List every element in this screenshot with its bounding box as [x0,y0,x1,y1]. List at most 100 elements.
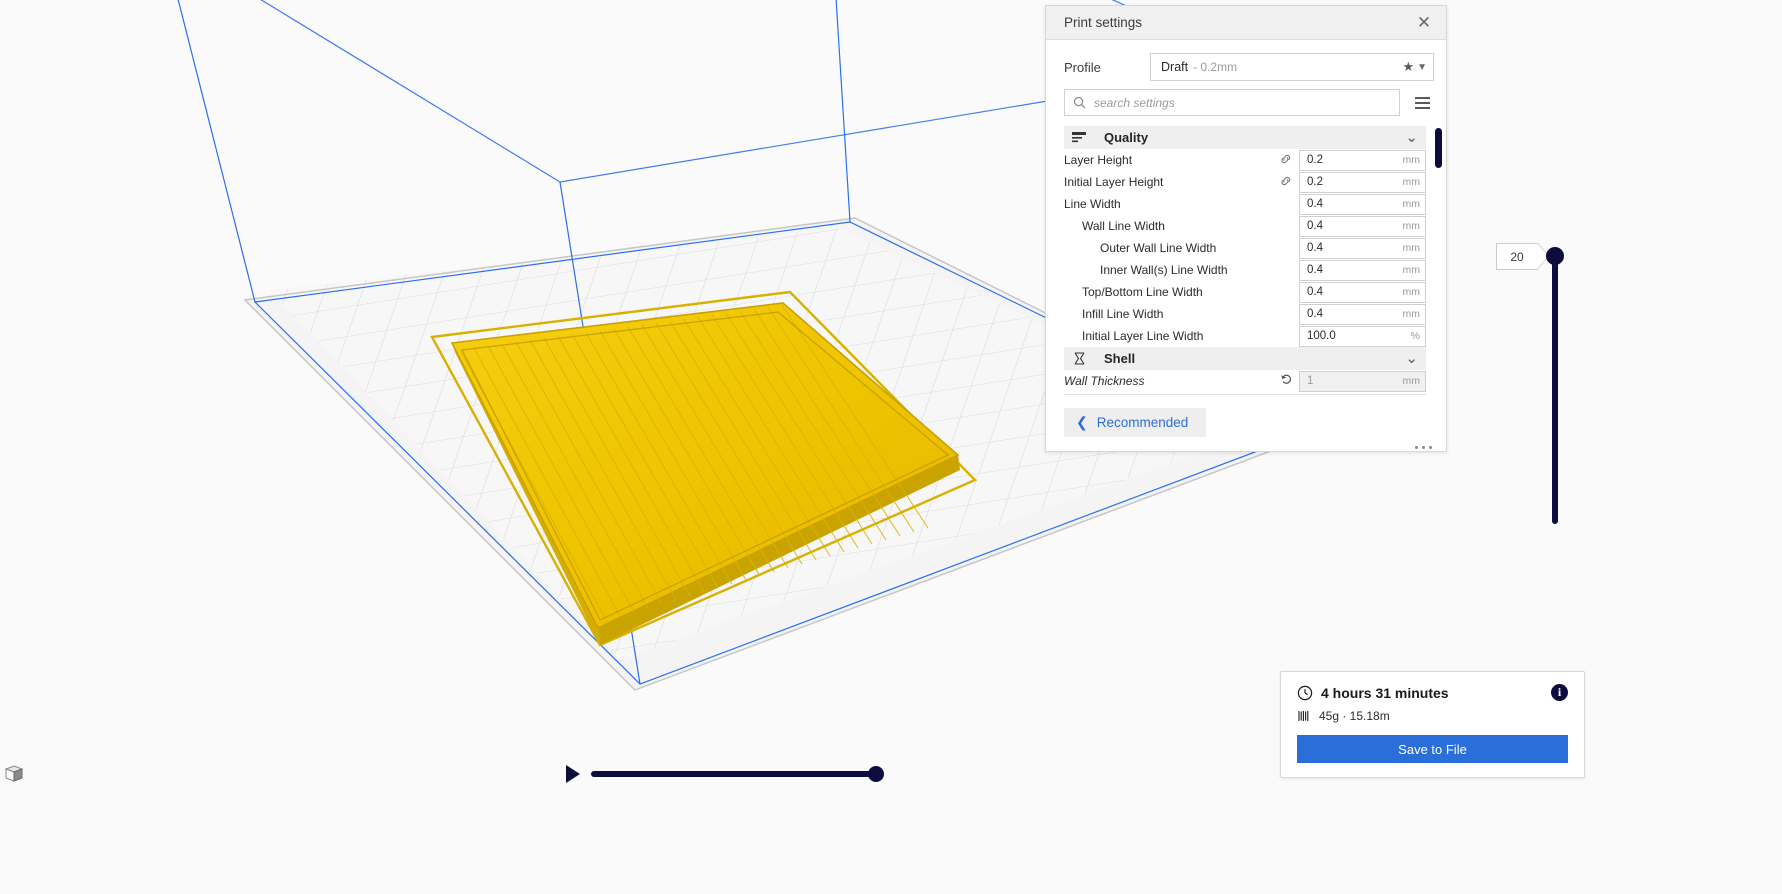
setting-unit: mm [1402,154,1421,166]
profile-name: Draft [1161,60,1189,74]
cube-icon[interactable] [4,762,26,784]
setting-row[interactable]: Initial Layer Height 0.2 mm [1064,171,1426,193]
setting-row[interactable]: Line Width 0.4 mm [1064,193,1426,215]
setting-value: 100.0 [1307,330,1336,342]
setting-unit: mm [1402,375,1421,387]
close-icon[interactable]: ✕ [1412,11,1436,35]
application-window: 20 Print settings ✕ Profile Draft - 0.2m… [0,0,1782,894]
setting-value: 1 [1307,375,1314,387]
profile-label: Profile [1064,59,1101,75]
chevron-down-icon[interactable]: ⌄ [1405,351,1418,366]
setting-value: 0.2 [1307,154,1323,166]
chevron-down-icon[interactable]: ▼ [1417,62,1427,73]
setting-row[interactable]: Wall Thickness 1 mm [1064,370,1426,392]
settings-scrollbar[interactable] [1435,128,1442,358]
chevron-down-icon[interactable]: ⌄ [1405,130,1418,145]
hamburger-menu-icon[interactable] [1410,91,1434,115]
setting-value-input[interactable]: 1 mm [1299,370,1426,392]
print-time-value: 4 hours 31 minutes [1321,684,1449,701]
save-to-file-button[interactable]: Save to File [1297,735,1568,763]
link-icon[interactable] [1277,175,1295,190]
setting-label: Initial Layer Height [1064,175,1164,189]
material-row: 45g · 15.18m [1297,709,1568,723]
setting-value-input[interactable]: 0.2 mm [1299,149,1426,171]
info-icon[interactable]: i [1551,684,1568,701]
playback-slider-track[interactable] [591,766,884,782]
cube-icon-glyph [4,765,24,782]
resize-grip-dots[interactable] [1415,446,1432,449]
material-value: 45g · 15.18m [1319,709,1390,723]
panel-title: Print settings [1064,15,1143,30]
settings-list[interactable]: Quality ⌄ Layer Height 0.2 mm Initial Layer H… [1064,126,1442,395]
filament-icon-glyph [1298,711,1309,721]
setting-unit: mm [1402,242,1421,254]
layer-view-slider[interactable] [1546,240,1564,530]
layer-number-box[interactable]: 20 [1496,243,1538,270]
layer-slider-track[interactable] [1552,254,1558,524]
hamburger-line [1414,106,1430,109]
setting-value: 0.4 [1307,286,1323,298]
quality-icon [1068,131,1090,144]
setting-label: Inner Wall(s) Line Width [1100,263,1228,277]
setting-row[interactable]: Wall Line Width 0.4 mm [1064,215,1426,237]
link-icon[interactable] [1277,153,1295,168]
print-time-row: 4 hours 31 minutes i [1297,684,1568,701]
setting-value-input[interactable]: 0.4 mm [1299,193,1426,215]
setting-unit: mm [1402,220,1421,232]
recommended-label: Recommended [1096,415,1189,430]
settings-scrollbar-thumb[interactable] [1435,128,1442,168]
setting-row[interactable]: Layer Height 0.2 mm [1064,149,1426,171]
shell-icon [1068,351,1090,366]
setting-row[interactable]: Initial Layer Line Width 100.0% [1064,325,1426,347]
profile-sublabel: - 0.2mm [1193,60,1238,74]
setting-unit: mm [1402,286,1421,298]
search-input[interactable] [1092,94,1391,111]
grip-dot [1422,446,1425,449]
setting-value-input[interactable]: 0.4 mm [1299,281,1426,303]
play-icon[interactable] [566,765,580,783]
setting-value: 0.4 [1307,220,1323,232]
grip-dot [1429,446,1432,449]
layer-slider-handle[interactable] [1546,247,1564,265]
setting-unit: % [1410,330,1420,342]
settings-category-shell[interactable]: Shell ⌄ [1064,347,1426,370]
star-icon[interactable]: ★ [1402,59,1414,75]
setting-value: 0.2 [1307,176,1323,188]
category-label: Shell [1104,351,1136,366]
filament-spool-icon [1297,709,1311,723]
setting-row[interactable]: Top/Bottom Line Width 0.4 mm [1064,281,1426,303]
setting-value-input[interactable]: 0.2 mm [1299,171,1426,193]
clock-icon-glyph [1297,685,1313,700]
setting-row[interactable]: Infill Line Width 0.4 mm [1064,303,1426,325]
setting-value-input[interactable]: 0.4 mm [1299,237,1426,259]
settings-category-quality[interactable]: Quality ⌄ [1064,126,1426,149]
recommended-button[interactable]: ❮ Recommended [1064,408,1207,437]
simulation-playback-slider[interactable] [566,762,884,786]
playback-slider-handle[interactable] [868,766,884,782]
clock-icon [1297,685,1313,701]
setting-label: Infill Line Width [1082,307,1164,321]
setting-value: 0.4 [1307,198,1323,210]
revert-icon[interactable] [1277,373,1295,389]
setting-value-input[interactable]: 0.4 mm [1299,259,1426,281]
setting-unit: mm [1402,176,1421,188]
setting-value-input[interactable]: 0.4 mm [1299,303,1426,325]
profile-dropdown[interactable]: Draft - 0.2mm ★ ▼ [1150,53,1434,81]
setting-row[interactable]: Outer Wall Line Width 0.4 mm [1064,237,1426,259]
chevron-left-icon: ❮ [1076,414,1088,430]
print-settings-header: Print settings ✕ [1046,6,1446,40]
hamburger-line [1414,96,1430,99]
print-info-card: 4 hours 31 minutes i 45g · 15.18m Save t… [1280,671,1585,778]
search-row [1046,89,1446,126]
setting-value: 0.4 [1307,264,1323,276]
search-settings-box[interactable] [1064,89,1400,116]
setting-value: 0.4 [1307,308,1323,320]
setting-label: Line Width [1064,197,1121,211]
setting-label: Wall Thickness [1064,374,1145,388]
setting-value-input[interactable]: 0.4 mm [1299,215,1426,237]
setting-label: Layer Height [1064,153,1133,167]
print-settings-panel: Print settings ✕ Profile Draft - 0.2mm ★… [1045,5,1447,452]
setting-value-input[interactable]: 100.0% [1299,325,1426,347]
setting-row[interactable]: Inner Wall(s) Line Width 0.4 mm [1064,259,1426,281]
setting-label: Top/Bottom Line Width [1082,285,1203,299]
